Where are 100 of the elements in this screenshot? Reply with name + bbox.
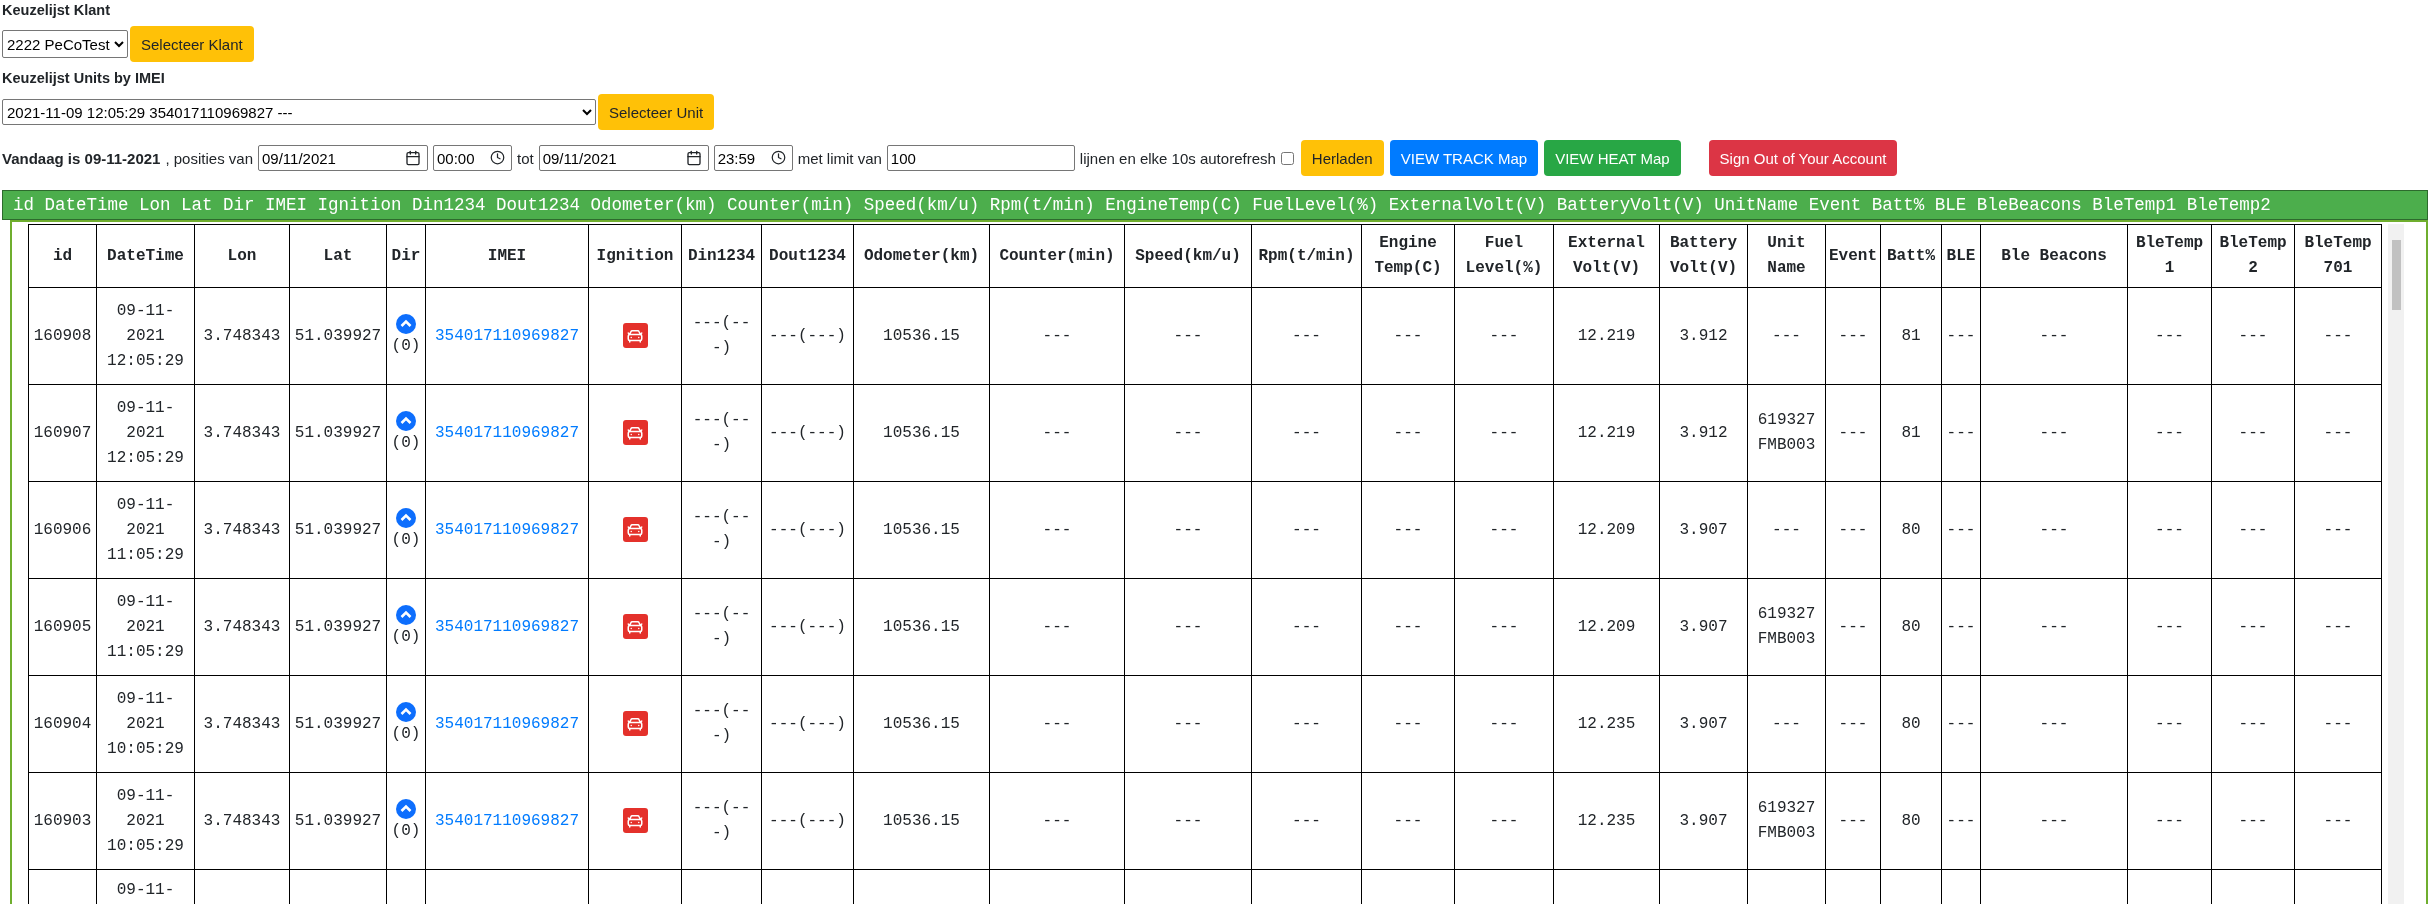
imei-link[interactable]: 354017110969827 bbox=[435, 714, 579, 733]
table-cell: 619327 FMB003 bbox=[1747, 772, 1826, 870]
table-cell: --- bbox=[1825, 772, 1881, 870]
table-cell: --- bbox=[1825, 675, 1881, 773]
table-cell: --- bbox=[1941, 772, 1981, 870]
table-cell: 3.912 bbox=[1659, 384, 1748, 482]
scrollbar[interactable] bbox=[2388, 224, 2404, 904]
from-time-field[interactable]: 00:00 bbox=[433, 145, 512, 171]
table-cell: ---(---) bbox=[681, 481, 762, 579]
table-cell: --- bbox=[2211, 578, 2295, 676]
column-header: Event bbox=[1825, 224, 1881, 288]
autorefresh-checkbox[interactable] bbox=[1280, 151, 1294, 165]
to-time-field[interactable]: 23:59 bbox=[713, 145, 793, 171]
table-cell: 80 bbox=[1880, 578, 1942, 676]
column-header: BleTemp 1 bbox=[2127, 224, 2212, 288]
direction-value: (0) bbox=[391, 820, 421, 842]
direction-value: (0) bbox=[391, 335, 421, 357]
table-cell: --- bbox=[2211, 772, 2295, 870]
action-button[interactable]: Herladen bbox=[1300, 140, 1384, 176]
table-cell: --- bbox=[2127, 675, 2212, 773]
table-cell: ---(---) bbox=[761, 287, 854, 385]
table-cell: ---(---) bbox=[761, 384, 854, 482]
table-cell: --- bbox=[1361, 675, 1455, 773]
table-cell: --- bbox=[1454, 578, 1554, 676]
column-header: Unit Name bbox=[1747, 224, 1826, 288]
table-cell: --- bbox=[1251, 481, 1362, 579]
imei-link[interactable]: 354017110969827 bbox=[435, 423, 579, 442]
table-cell: ---(---) bbox=[681, 578, 762, 676]
table-cell: --- bbox=[1980, 481, 2128, 579]
imei-link[interactable]: 354017110969827 bbox=[435, 811, 579, 830]
column-header: Dir bbox=[386, 224, 426, 288]
column-header: IMEI bbox=[425, 224, 589, 288]
action-button[interactable]: VIEW TRACK Map bbox=[1389, 140, 1539, 176]
table-cell: --- bbox=[2127, 287, 2212, 385]
limit-field[interactable]: 100 bbox=[886, 145, 1075, 171]
table-cell: 3.748343 bbox=[194, 772, 290, 870]
to-date-field[interactable]: 09/11/2021 bbox=[538, 145, 709, 171]
table-cell: ---(---) bbox=[761, 675, 854, 773]
table-cell: --- bbox=[1124, 287, 1252, 385]
table-cell: --- bbox=[1941, 675, 1981, 773]
select-unit-button[interactable]: Selecteer Unit bbox=[598, 94, 715, 130]
column-header: BLE bbox=[1941, 224, 1981, 288]
table-cell: 619327 FMB003 bbox=[1747, 384, 1826, 482]
table-cell: 12.219 bbox=[1553, 287, 1660, 385]
imei-link[interactable]: 354017110969827 bbox=[435, 326, 579, 345]
table-cell: --- bbox=[1980, 384, 2128, 482]
car-icon bbox=[622, 517, 648, 543]
table-cell: 3.907 bbox=[1659, 481, 1748, 579]
table-cell: 3.907 bbox=[1659, 578, 1748, 676]
table-cell: --- bbox=[1361, 772, 1455, 870]
imei-link[interactable]: 354017110969827 bbox=[435, 520, 579, 539]
column-banner: id DateTime Lon Lat Dir IMEI Ignition Din1234 Dout1234 Odometer(km) Counter(min) Speed(km/u) Rpm(t/min) EngineTemp(C) FuelLevel(%) ExternalVolt(V) BatteryVolt(V) UnitName Event Batt% BLE BleBeacons BleTemp1 BleTemp2 bbox=[2, 190, 2428, 220]
table-cell: ---(---) bbox=[761, 481, 854, 579]
table-cell: --- bbox=[2211, 481, 2295, 579]
table-cell: --- bbox=[989, 578, 1125, 676]
table-cell: --- bbox=[1980, 578, 2128, 676]
car-icon bbox=[622, 808, 648, 834]
table-cell: 09-11-2021 11:05:29 bbox=[96, 578, 195, 676]
table-cell: 160904 bbox=[28, 675, 97, 773]
column-header: Dout1234 bbox=[761, 224, 854, 288]
table-cell: --- bbox=[1825, 578, 1881, 676]
table-cell: --- bbox=[1251, 675, 1362, 773]
table-cell: 09-11-2021 10:05:29 bbox=[96, 772, 195, 870]
direction-value: (0) bbox=[391, 723, 421, 745]
clock-icon bbox=[490, 150, 505, 165]
table-cell: 51.039927 bbox=[289, 675, 387, 773]
customer-select[interactable]: 2222 PeCoTest bbox=[2, 30, 128, 58]
table-cell: --- bbox=[1251, 287, 1362, 385]
imei-link[interactable]: 354017110969827 bbox=[435, 617, 579, 636]
table-cell: 81 bbox=[1880, 384, 1942, 482]
table-cell: 10536.15 bbox=[853, 578, 990, 676]
table-cell: 51.039927 bbox=[289, 481, 387, 579]
table-cell: --- bbox=[1124, 578, 1252, 676]
table-cell: 51.039927 bbox=[289, 772, 387, 870]
table-cell: 09-11-2021 10:05:29 bbox=[96, 675, 195, 773]
table-cell: 3.748343 bbox=[194, 384, 290, 482]
table-cell: ---(---) bbox=[681, 384, 762, 482]
unit-select[interactable]: 2021-11-09 12:05:29 354017110969827 --- bbox=[2, 99, 596, 125]
column-header: id bbox=[28, 224, 97, 288]
table-cell: --- bbox=[2127, 481, 2212, 579]
table-cell: 10536.15 bbox=[853, 772, 990, 870]
table-cell: --- bbox=[1361, 287, 1455, 385]
table-cell: --- bbox=[1454, 384, 1554, 482]
select-customer-button[interactable]: Selecteer Klant bbox=[130, 26, 254, 62]
table-cell: --- bbox=[1454, 287, 1554, 385]
autorefresh-label: lijnen en elke 10s autorefresh bbox=[1079, 149, 1276, 167]
table-cell: 160906 bbox=[28, 481, 97, 579]
table-cell: 10536.15 bbox=[853, 481, 990, 579]
column-header: BleTemp 2 bbox=[2211, 224, 2295, 288]
column-header: DateTime bbox=[96, 224, 195, 288]
table-cell: 12.219 bbox=[1553, 384, 1660, 482]
action-button[interactable]: Sign Out of Your Account bbox=[1708, 140, 1898, 176]
table-cell: --- bbox=[2294, 384, 2382, 482]
table-cell: --- bbox=[2294, 772, 2382, 870]
table-cell: ---(---) bbox=[761, 578, 854, 676]
table-cell: 3.907 bbox=[1659, 675, 1748, 773]
table-cell: --- bbox=[2294, 481, 2382, 579]
from-date-field[interactable]: 09/11/2021 bbox=[258, 145, 428, 171]
limit-label: met limit van bbox=[797, 149, 882, 167]
table-cell: --- bbox=[2294, 675, 2382, 773]
